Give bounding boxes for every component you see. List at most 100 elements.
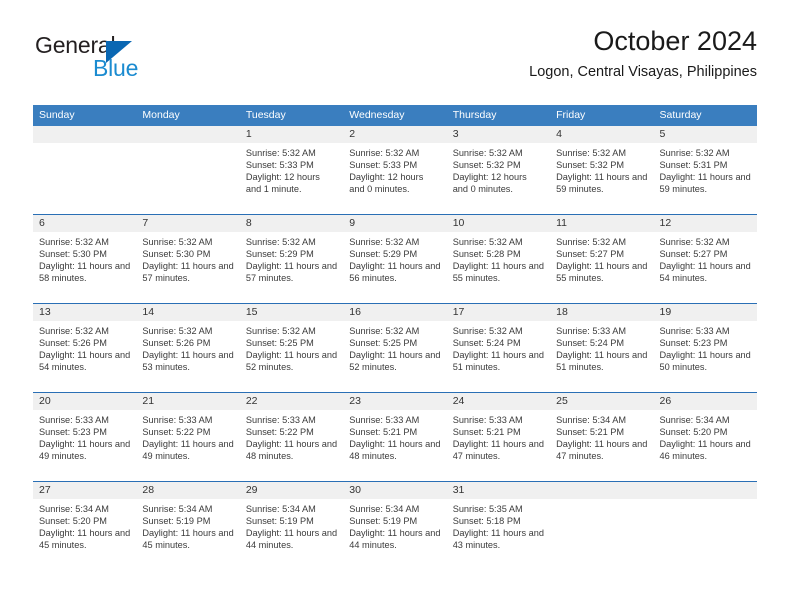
sunrise-text: Sunrise: 5:32 AM bbox=[659, 148, 730, 158]
day-number-band: 9 bbox=[343, 215, 447, 232]
daylight-text: Daylight: 11 hours and 54 minutes. bbox=[39, 350, 131, 373]
daylight-text: Daylight: 11 hours and 51 minutes. bbox=[556, 350, 648, 373]
day-number-band: 1 bbox=[239, 126, 344, 143]
daylight-text: Daylight: 11 hours and 47 minutes. bbox=[556, 439, 648, 462]
daylight-text: Daylight: 11 hours and 45 minutes. bbox=[39, 528, 131, 551]
sunset-text: Sunset: 5:19 PM bbox=[349, 516, 418, 527]
weekday-header-thursday: Thursday bbox=[452, 109, 497, 121]
day-sun-info: Sunrise: 5:32 AM Sunset: 5:30 PM Daylight:… bbox=[136, 232, 239, 284]
calendar-day-cell[interactable]: 2 Sunrise: 5:32 AM Sunset: 5:33 PM Daylight… bbox=[343, 126, 447, 214]
weekday-header-friday: Friday bbox=[556, 109, 586, 121]
calendar-day-cell[interactable]: 8 Sunrise: 5:32 AM Sunset: 5:29 PM Daylight… bbox=[239, 215, 344, 303]
calendar-day-cell[interactable]: 28 Sunrise: 5:34 AM Sunset: 5:19 PM Dayligh… bbox=[136, 482, 240, 571]
calendar-day-cell[interactable]: 21 Sunrise: 5:33 AM Sunset: 5:22 PM Dayligh… bbox=[136, 393, 240, 481]
daylight-text: Daylight: 11 hours and 47 minutes. bbox=[452, 439, 544, 462]
day-number: 31 bbox=[452, 484, 465, 496]
calendar-day-cell[interactable]: 27 Sunrise: 5:34 AM Sunset: 5:20 PM Dayligh… bbox=[33, 482, 137, 571]
daylight-text: Daylight: 11 hours and 55 minutes. bbox=[452, 261, 544, 284]
day-sun-info: Sunrise: 5:32 AM Sunset: 5:25 PM Daylight:… bbox=[240, 321, 343, 373]
calendar-day-cell[interactable]: 30 Sunrise: 5:34 AM Sunset: 5:19 PM Dayligh… bbox=[343, 482, 447, 571]
calendar-week-row: 13 Sunrise: 5:32 AM Sunset: 5:26 PM Dayligh… bbox=[33, 304, 757, 393]
logo-text-blue: Blue bbox=[93, 55, 139, 81]
daylight-text: Daylight: 11 hours and 52 minutes. bbox=[245, 350, 338, 373]
sunrise-text: Sunrise: 5:34 AM bbox=[349, 504, 420, 514]
calendar-week-row: 1 Sunrise: 5:32 AM Sunset: 5:33 PM Daylight… bbox=[33, 126, 757, 215]
calendar-week-row: 6 Sunrise: 5:32 AM Sunset: 5:30 PM Daylight… bbox=[33, 215, 757, 304]
calendar-day-cell[interactable]: 6 Sunrise: 5:32 AM Sunset: 5:30 PM Daylight… bbox=[33, 215, 137, 303]
calendar-day-cell[interactable]: 10 Sunrise: 5:32 AM Sunset: 5:28 PM Dayligh… bbox=[446, 215, 551, 303]
calendar-week-row: 20 Sunrise: 5:33 AM Sunset: 5:23 PM Dayligh… bbox=[33, 393, 757, 482]
day-sun-info: Sunrise: 5:32 AM Sunset: 5:24 PM Daylight:… bbox=[447, 321, 550, 373]
day-number-band bbox=[33, 126, 137, 143]
sunrise-text: Sunrise: 5:32 AM bbox=[659, 237, 730, 247]
day-number: 21 bbox=[142, 395, 155, 407]
calendar-day-cell[interactable]: 13 Sunrise: 5:32 AM Sunset: 5:26 PM Dayligh… bbox=[33, 304, 137, 392]
calendar-day-cell[interactable]: 29 Sunrise: 5:34 AM Sunset: 5:19 PM Dayligh… bbox=[239, 482, 344, 571]
calendar-day-cell[interactable]: 3 Sunrise: 5:32 AM Sunset: 5:32 PM Daylight… bbox=[446, 126, 551, 214]
calendar-day-cell[interactable]: 20 Sunrise: 5:33 AM Sunset: 5:23 PM Dayligh… bbox=[33, 393, 137, 481]
day-number-band: 11 bbox=[550, 215, 654, 232]
sunset-text: Sunset: 5:21 PM bbox=[556, 427, 625, 438]
calendar-day-cell[interactable]: 1 Sunrise: 5:32 AM Sunset: 5:33 PM Daylight… bbox=[239, 126, 344, 214]
day-number-band: 31 bbox=[446, 482, 551, 499]
weekday-header-sunday: Sunday bbox=[39, 109, 75, 121]
calendar-day-cell[interactable]: 15 Sunrise: 5:32 AM Sunset: 5:25 PM Dayligh… bbox=[239, 304, 344, 392]
day-number: 20 bbox=[39, 395, 51, 407]
sunrise-text: Sunrise: 5:32 AM bbox=[349, 148, 420, 158]
calendar-day-cell[interactable]: 14 Sunrise: 5:32 AM Sunset: 5:26 PM Dayligh… bbox=[136, 304, 240, 392]
day-sun-info: Sunrise: 5:32 AM Sunset: 5:26 PM Daylight:… bbox=[136, 321, 239, 373]
sunrise-text: Sunrise: 5:33 AM bbox=[659, 326, 730, 336]
day-number-band bbox=[550, 482, 654, 499]
calendar-day-cell[interactable]: 31 Sunrise: 5:35 AM Sunset: 5:18 PM Dayligh… bbox=[446, 482, 551, 571]
sunrise-text: Sunrise: 5:33 AM bbox=[556, 326, 627, 336]
calendar-day-cell[interactable]: 12 Sunrise: 5:32 AM Sunset: 5:27 PM Dayligh… bbox=[653, 215, 757, 303]
sunrise-text: Sunrise: 5:32 AM bbox=[39, 326, 109, 336]
calendar-day-cell[interactable]: 17 Sunrise: 5:32 AM Sunset: 5:24 PM Dayligh… bbox=[446, 304, 551, 392]
weekday-header-monday: Monday bbox=[142, 109, 180, 121]
calendar-weeks: 1 Sunrise: 5:32 AM Sunset: 5:33 PM Daylight… bbox=[33, 126, 757, 571]
day-sun-info: Sunrise: 5:32 AM Sunset: 5:31 PM Daylight:… bbox=[654, 143, 757, 195]
daylight-text: Daylight: 11 hours and 57 minutes. bbox=[245, 261, 338, 284]
sunset-text: Sunset: 5:31 PM bbox=[659, 160, 728, 171]
calendar-day-cell[interactable]: 19 Sunrise: 5:33 AM Sunset: 5:23 PM Dayligh… bbox=[653, 304, 757, 392]
calendar-day-cell[interactable]: 26 Sunrise: 5:34 AM Sunset: 5:20 PM Dayligh… bbox=[653, 393, 757, 481]
calendar-day-cell[interactable]: 7 Sunrise: 5:32 AM Sunset: 5:30 PM Daylight… bbox=[136, 215, 240, 303]
calendar-day-cell[interactable]: 24 Sunrise: 5:33 AM Sunset: 5:21 PM Dayligh… bbox=[446, 393, 551, 481]
day-number: 7 bbox=[142, 217, 149, 229]
day-sun-info: Sunrise: 5:34 AM Sunset: 5:20 PM Daylight:… bbox=[654, 410, 757, 462]
day-number-band: 24 bbox=[446, 393, 551, 410]
daylight-text: Daylight: 11 hours and 56 minutes. bbox=[349, 261, 441, 284]
sunset-text: Sunset: 5:29 PM bbox=[245, 249, 314, 260]
day-number: 1 bbox=[245, 128, 252, 140]
page-header: General Blue October 2024 Logon, Central… bbox=[33, 26, 757, 96]
daylight-text: Daylight: 11 hours and 59 minutes. bbox=[556, 172, 648, 195]
day-sun-info: Sunrise: 5:33 AM Sunset: 5:21 PM Daylight:… bbox=[343, 410, 446, 462]
sunset-text: Sunset: 5:18 PM bbox=[452, 516, 521, 527]
calendar-day-cell[interactable]: 18 Sunrise: 5:33 AM Sunset: 5:24 PM Dayligh… bbox=[550, 304, 654, 392]
day-number-band: 12 bbox=[653, 215, 757, 232]
calendar-day-cell[interactable]: 22 Sunrise: 5:33 AM Sunset: 5:22 PM Dayligh… bbox=[239, 393, 344, 481]
day-number-band: 20 bbox=[33, 393, 137, 410]
calendar-day-cell[interactable]: 23 Sunrise: 5:33 AM Sunset: 5:21 PM Dayligh… bbox=[343, 393, 447, 481]
sunrise-text: Sunrise: 5:34 AM bbox=[142, 504, 213, 514]
day-sun-info: Sunrise: 5:34 AM Sunset: 5:19 PM Daylight:… bbox=[343, 499, 446, 551]
sunset-text: Sunset: 5:25 PM bbox=[245, 338, 314, 349]
calendar-day-cell[interactable]: 5 Sunrise: 5:32 AM Sunset: 5:31 PM Daylight… bbox=[653, 126, 757, 214]
day-number: 19 bbox=[659, 306, 672, 318]
sunset-text: Sunset: 5:21 PM bbox=[452, 427, 521, 438]
weekday-header-saturday: Saturday bbox=[659, 109, 702, 121]
calendar-day-cell[interactable]: 9 Sunrise: 5:32 AM Sunset: 5:29 PM Daylight… bbox=[343, 215, 447, 303]
daylight-text: Daylight: 11 hours and 44 minutes. bbox=[349, 528, 441, 551]
day-number-band: 13 bbox=[33, 304, 137, 321]
calendar-day-cell[interactable]: 25 Sunrise: 5:34 AM Sunset: 5:21 PM Dayligh… bbox=[550, 393, 654, 481]
weekday-header-row: Sunday Monday Tuesday Wednesday Thursday Frid… bbox=[33, 105, 757, 126]
sunset-text: Sunset: 5:19 PM bbox=[142, 516, 211, 527]
calendar-day-cell[interactable]: 16 Sunrise: 5:32 AM Sunset: 5:25 PM Dayligh… bbox=[343, 304, 447, 392]
day-number-band: 6 bbox=[33, 215, 137, 232]
day-number-band: 26 bbox=[653, 393, 757, 410]
sunrise-text: Sunrise: 5:34 AM bbox=[659, 415, 730, 425]
page-title: October 2024 bbox=[593, 26, 757, 56]
day-sun-info: Sunrise: 5:32 AM Sunset: 5:32 PM Daylight:… bbox=[550, 143, 653, 195]
calendar-day-cell[interactable]: 11 Sunrise: 5:32 AM Sunset: 5:27 PM Dayligh… bbox=[550, 215, 654, 303]
calendar-day-cell[interactable]: 4 Sunrise: 5:32 AM Sunset: 5:32 PM Daylight… bbox=[550, 126, 654, 214]
